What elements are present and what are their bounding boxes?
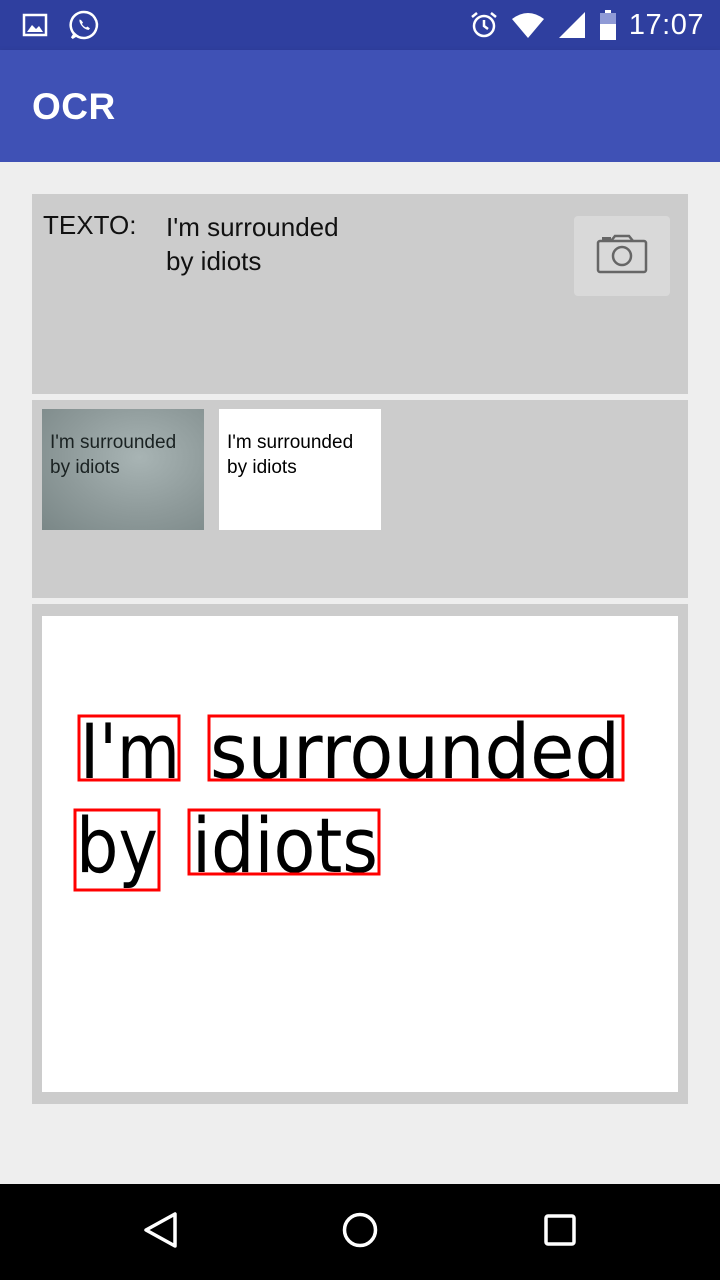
whatsapp-icon [68, 9, 100, 41]
original-image-thumbnail[interactable]: I'm surrounded by idiots [42, 409, 204, 530]
detected-word-1: I'm [80, 707, 180, 796]
detected-word-4: idiots [192, 801, 378, 890]
detection-result-panel: I'm surrounded by idiots [32, 604, 688, 1104]
camera-button[interactable] [574, 216, 670, 296]
texto-label: TEXTO: [43, 210, 137, 240]
app-title: OCR [32, 86, 116, 127]
status-time: 17:07 [628, 8, 704, 41]
thumbnail-text-line-1: I'm surrounded [227, 432, 354, 453]
home-button[interactable] [340, 1212, 380, 1252]
battery-icon [599, 9, 617, 41]
status-right-icons: 17:07 [469, 8, 704, 42]
back-icon [142, 1211, 178, 1254]
recents-button[interactable] [540, 1212, 580, 1252]
navigation-bar [0, 1184, 720, 1280]
thumbnail-text-line-2: by idiots [227, 457, 297, 478]
status-bar: 17:07 [0, 0, 720, 50]
detected-word-2: surrounded [210, 707, 620, 796]
app-bar: OCR [0, 50, 720, 162]
cell-signal-icon [557, 10, 587, 40]
back-button[interactable] [140, 1211, 180, 1254]
thumbnail-text-line-1: I'm surrounded [50, 432, 177, 453]
recognized-text-line-1: I'm surrounded [166, 212, 339, 242]
alarm-icon [469, 10, 499, 40]
main-content: TEXTO: I'm surrounded by idiots I'm surr… [0, 162, 720, 1184]
status-left-icons [22, 8, 100, 42]
thumbnails-panel: I'm surrounded by idiots I'm surrounded … [32, 400, 688, 598]
word-boxes-canvas: I'm surrounded by idiots [73, 707, 625, 892]
image-notification-icon [22, 13, 48, 37]
home-icon [341, 1211, 379, 1254]
recognized-text: I'm surrounded by idiots [166, 210, 426, 278]
recognized-text-panel: TEXTO: I'm surrounded by idiots [32, 194, 688, 394]
detected-word-3: by [76, 801, 158, 890]
wifi-icon [511, 11, 545, 39]
detection-result-image: I'm surrounded by idiots [42, 616, 678, 1092]
recognized-text-line-2: by idiots [166, 246, 262, 276]
recents-icon [543, 1213, 577, 1252]
thumbnail-text-line-2: by idiots [50, 457, 120, 478]
processed-image-thumbnail[interactable]: I'm surrounded by idiots [219, 409, 381, 530]
camera-icon [596, 234, 648, 279]
